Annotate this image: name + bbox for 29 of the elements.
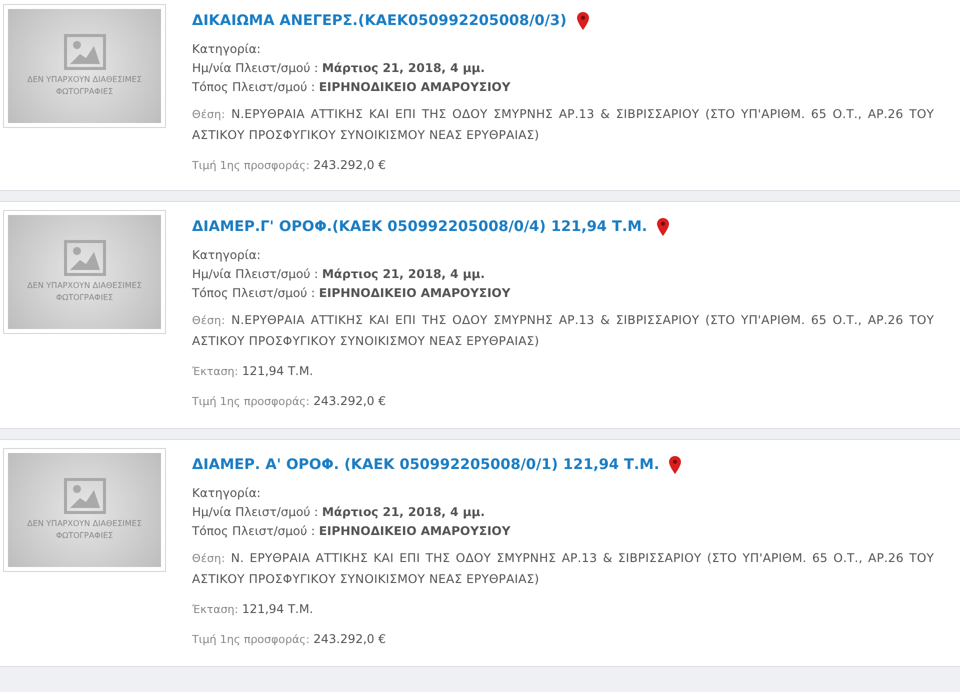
info-text: Κατηγορία: bbox=[192, 247, 262, 264]
image-icon bbox=[64, 478, 106, 514]
map-pin-icon[interactable] bbox=[576, 12, 589, 30]
map-pin-icon[interactable] bbox=[657, 218, 670, 236]
info-text: Τόπος Πλειστ/σμού : ΕΙΡΗΝΟΔΙΚΕΙΟ ΑΜΑΡΟΥΣΙΟΥ bbox=[192, 523, 512, 540]
listing-title-link[interactable]: ΔΙΑΜΕΡ.Γ' ΟΡΟΦ.(ΚΑΕΚ 050992205008/0/4) 121,94 Τ.Μ. bbox=[192, 217, 648, 237]
detail-text: Τιμή 1ης προσφοράς: 243.292,0 € bbox=[192, 157, 387, 174]
no-photos-text: ΔΕΝ ΥΠΑΡΧΟΥΝ ΔΙΑΘΕΣΙΜΕΣ ΦΩΤΟΓΡΑΦΙΕΣ bbox=[26, 74, 143, 98]
image-icon bbox=[64, 34, 106, 70]
info-text: Τόπος Πλειστ/σμού : ΕΙΡΗΝΟΔΙΚΕΙΟ ΑΜΑΡΟΥΣΙΟΥ bbox=[192, 285, 512, 302]
info-text: Ημ/νία Πλειστ/σμού : Μάρτιος 21, 2018, 4 μμ. bbox=[192, 504, 486, 521]
info-text: Κατηγορία: bbox=[192, 485, 262, 502]
listing-title-link[interactable]: ΔΙΑΜΕΡ. Α' ΟΡΟΦ. (ΚΑΕΚ 050992205008/0/1) 121,94 Τ.Μ. bbox=[192, 455, 660, 475]
info-text: Ημ/νία Πλειστ/σμού : Μάρτιος 21, 2018, 4 μμ. bbox=[192, 60, 486, 77]
info-text: Κατηγορία: bbox=[192, 41, 262, 58]
no-photos-text: ΔΕΝ ΥΠΑΡΧΟΥΝ ΔΙΑΘΕΣΙΜΕΣ ΦΩΤΟΓΡΑΦΙΕΣ bbox=[26, 518, 143, 542]
map-pin-icon[interactable] bbox=[669, 456, 682, 474]
detail-text: Τιμή 1ης προσφοράς: 243.292,0 € bbox=[192, 393, 387, 410]
detail-text: Έκταση: 121,94 Τ.Μ. bbox=[192, 601, 314, 618]
info-text: Τόπος Πλειστ/σμού : ΕΙΡΗΝΟΔΙΚΕΙΟ ΑΜΑΡΟΥΣΙΟΥ bbox=[192, 79, 512, 96]
detail-text: Έκταση: 121,94 Τ.Μ. bbox=[192, 363, 314, 380]
listing-title-link[interactable]: ΔΙΚΑΙΩΜΑ ΑΝΕΓΕΡΣ.(ΚΑΕΚ050992205008/0/3) bbox=[192, 11, 567, 31]
info-text: Ημ/νία Πλειστ/σμού : Μάρτιος 21, 2018, 4 μμ. bbox=[192, 266, 486, 283]
image-icon bbox=[64, 240, 106, 276]
no-photos-text: ΔΕΝ ΥΠΑΡΧΟΥΝ ΔΙΑΘΕΣΙΜΕΣ ΦΩΤΟΓΡΑΦΙΕΣ bbox=[26, 280, 143, 304]
address-text: Θέση: Ν.ΕΡΥΘΡΑΙΑ ΑΤΤΙΚΗΣ ΚΑΙ ΕΠΙ ΤΗΣ ΟΔΟΥ ΣΜΥΡΝΗΣ ΑΡ.13 & ΣΙΒΡΙΣΣΑΡΙΟΥ (ΣΤΟ ΥΠ'ΑΡΙΘΜ. 65 Ο.Τ., ΑΡ.26 ΤΟΥ ΑΣΤΙΚΟΥ ΠΡΟΣΦΥΓΙΚΟΥ ΣΥΝΟΙΚΙΣΜΟΥ ΝΕΑΣ ΕΡΥΘΡΑΙΑΣ) bbox=[192, 312, 934, 350]
address-text: Θέση: Ν.ΕΡΥΘΡΑΙΑ ΑΤΤΙΚΗΣ ΚΑΙ ΕΠΙ ΤΗΣ ΟΔΟΥ ΣΜΥΡΝΗΣ ΑΡ.13 & ΣΙΒΡΙΣΣΑΡΙΟΥ (ΣΤΟ ΥΠ'ΑΡΙΘΜ. 65 Ο.Τ., ΑΡ.26 ΤΟΥ ΑΣΤΙΚΟΥ ΠΡΟΣΦΥΓΙΚΟΥ ΣΥΝΟΙΚΙΣΜΟΥ ΝΕΑΣ ΕΡΥΘΡΑΙΑΣ) bbox=[192, 106, 934, 144]
address-text: Θέση: Ν. ΕΡΥΘΡΑΙΑ ΑΤΤΙΚΗΣ ΚΑΙ ΕΠΙ ΤΗΣ ΟΔΟΥ ΣΜΥΡΝΗΣ ΑΡ.13 & ΣΙΒΡΙΣΣΑΡΙΟΥ (ΣΤΟ ΥΠ'ΑΡΙΘΜ. 65 Ο.Τ., ΑΡ.26 ΤΟΥ ΑΣΤΙΚΟΥ ΠΡΟΣΦΥΓΙΚΟΥ ΣΥΝΟΙΚΙΣΜΟΥ ΝΕΑΣ ΕΡΥΘΡΑΙΑΣ) bbox=[192, 550, 934, 588]
detail-text: Τιμή 1ης προσφοράς: 243.292,0 € bbox=[192, 631, 387, 648]
